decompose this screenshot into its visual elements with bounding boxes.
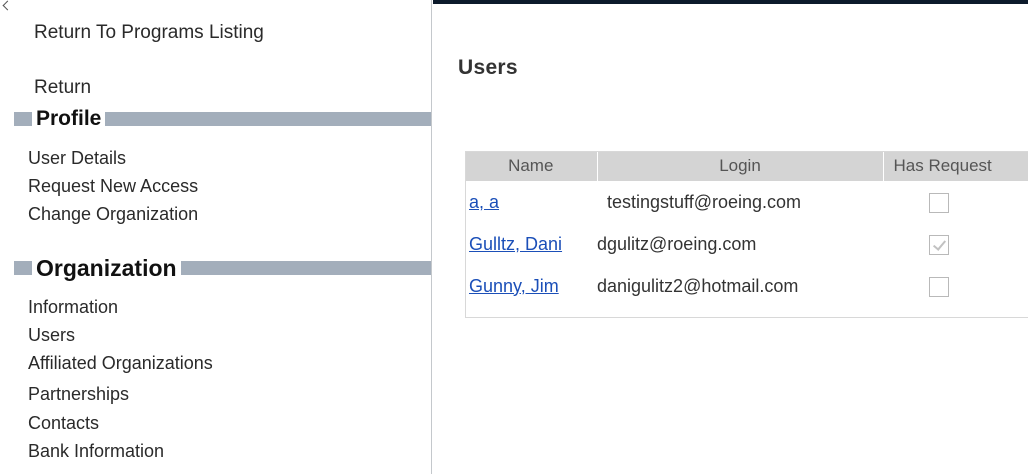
resize-corner-icon [2, 0, 13, 11]
organization-section-header: Organization [14, 254, 431, 281]
users-table: Name Login Has Request a, a testingstuff… [465, 151, 1028, 307]
has-request-checkbox[interactable] [929, 192, 949, 213]
sidebar-item-users[interactable]: Users [28, 325, 75, 346]
has-request-checkbox[interactable] [929, 276, 949, 297]
user-name-cell: a, a [465, 181, 597, 223]
user-name-link[interactable]: Gunny, Jim [469, 276, 559, 296]
user-name-link[interactable]: Gulltz, Dani [469, 234, 562, 254]
sidebar-item-user-details[interactable]: User Details [28, 148, 126, 169]
column-header-login[interactable]: Login [597, 151, 884, 181]
table-row: Gulltz, Dani dgulitz@roeing.com [465, 223, 1028, 265]
column-header-name[interactable]: Name [465, 151, 598, 181]
table-header-row: Name Login Has Request [465, 151, 1028, 181]
has-request-checkbox[interactable] [929, 234, 949, 255]
user-name-cell: Gulltz, Dani [465, 223, 597, 265]
table-row: Gunny, Jim danigulitz2@hotmail.com [465, 265, 1028, 307]
user-login-cell: dgulitz@roeing.com [597, 233, 757, 254]
return-link[interactable]: Return [34, 77, 91, 99]
table-row: a, a testingstuff@roeing.com [465, 181, 1028, 223]
page-title: Users [458, 56, 518, 79]
top-bar [433, 0, 1028, 4]
section-title-profile: Profile [36, 107, 102, 130]
sidebar-item-partnerships[interactable]: Partnerships [28, 384, 129, 405]
has-request-cell [883, 223, 1028, 265]
sidebar-item-bank-information[interactable]: Bank Information [28, 441, 164, 462]
sidebar-item-contacts[interactable]: Contacts [28, 413, 99, 434]
section-title-organization: Organization [36, 254, 177, 281]
user-name-link[interactable]: a, a [469, 192, 499, 212]
user-name-cell: Gunny, Jim [465, 265, 597, 307]
sidebar-item-affiliated-organizations[interactable]: Affiliated Organizations [28, 353, 213, 374]
sidebar: Return To Programs Listing Return Profil… [0, 0, 432, 474]
profile-section-header: Profile [14, 107, 431, 130]
has-request-cell [883, 181, 1028, 223]
has-request-cell [883, 265, 1028, 307]
user-login-cell: testingstuff@roeing.com [607, 191, 802, 212]
return-to-programs-link[interactable]: Return To Programs Listing [34, 22, 264, 44]
sidebar-item-information[interactable]: Information [28, 297, 118, 318]
sidebar-item-request-new-access[interactable]: Request New Access [28, 176, 198, 197]
sidebar-item-change-organization[interactable]: Change Organization [28, 204, 198, 225]
user-login-cell: danigulitz2@hotmail.com [597, 275, 799, 296]
column-header-has-request[interactable]: Has Request [883, 151, 1028, 181]
